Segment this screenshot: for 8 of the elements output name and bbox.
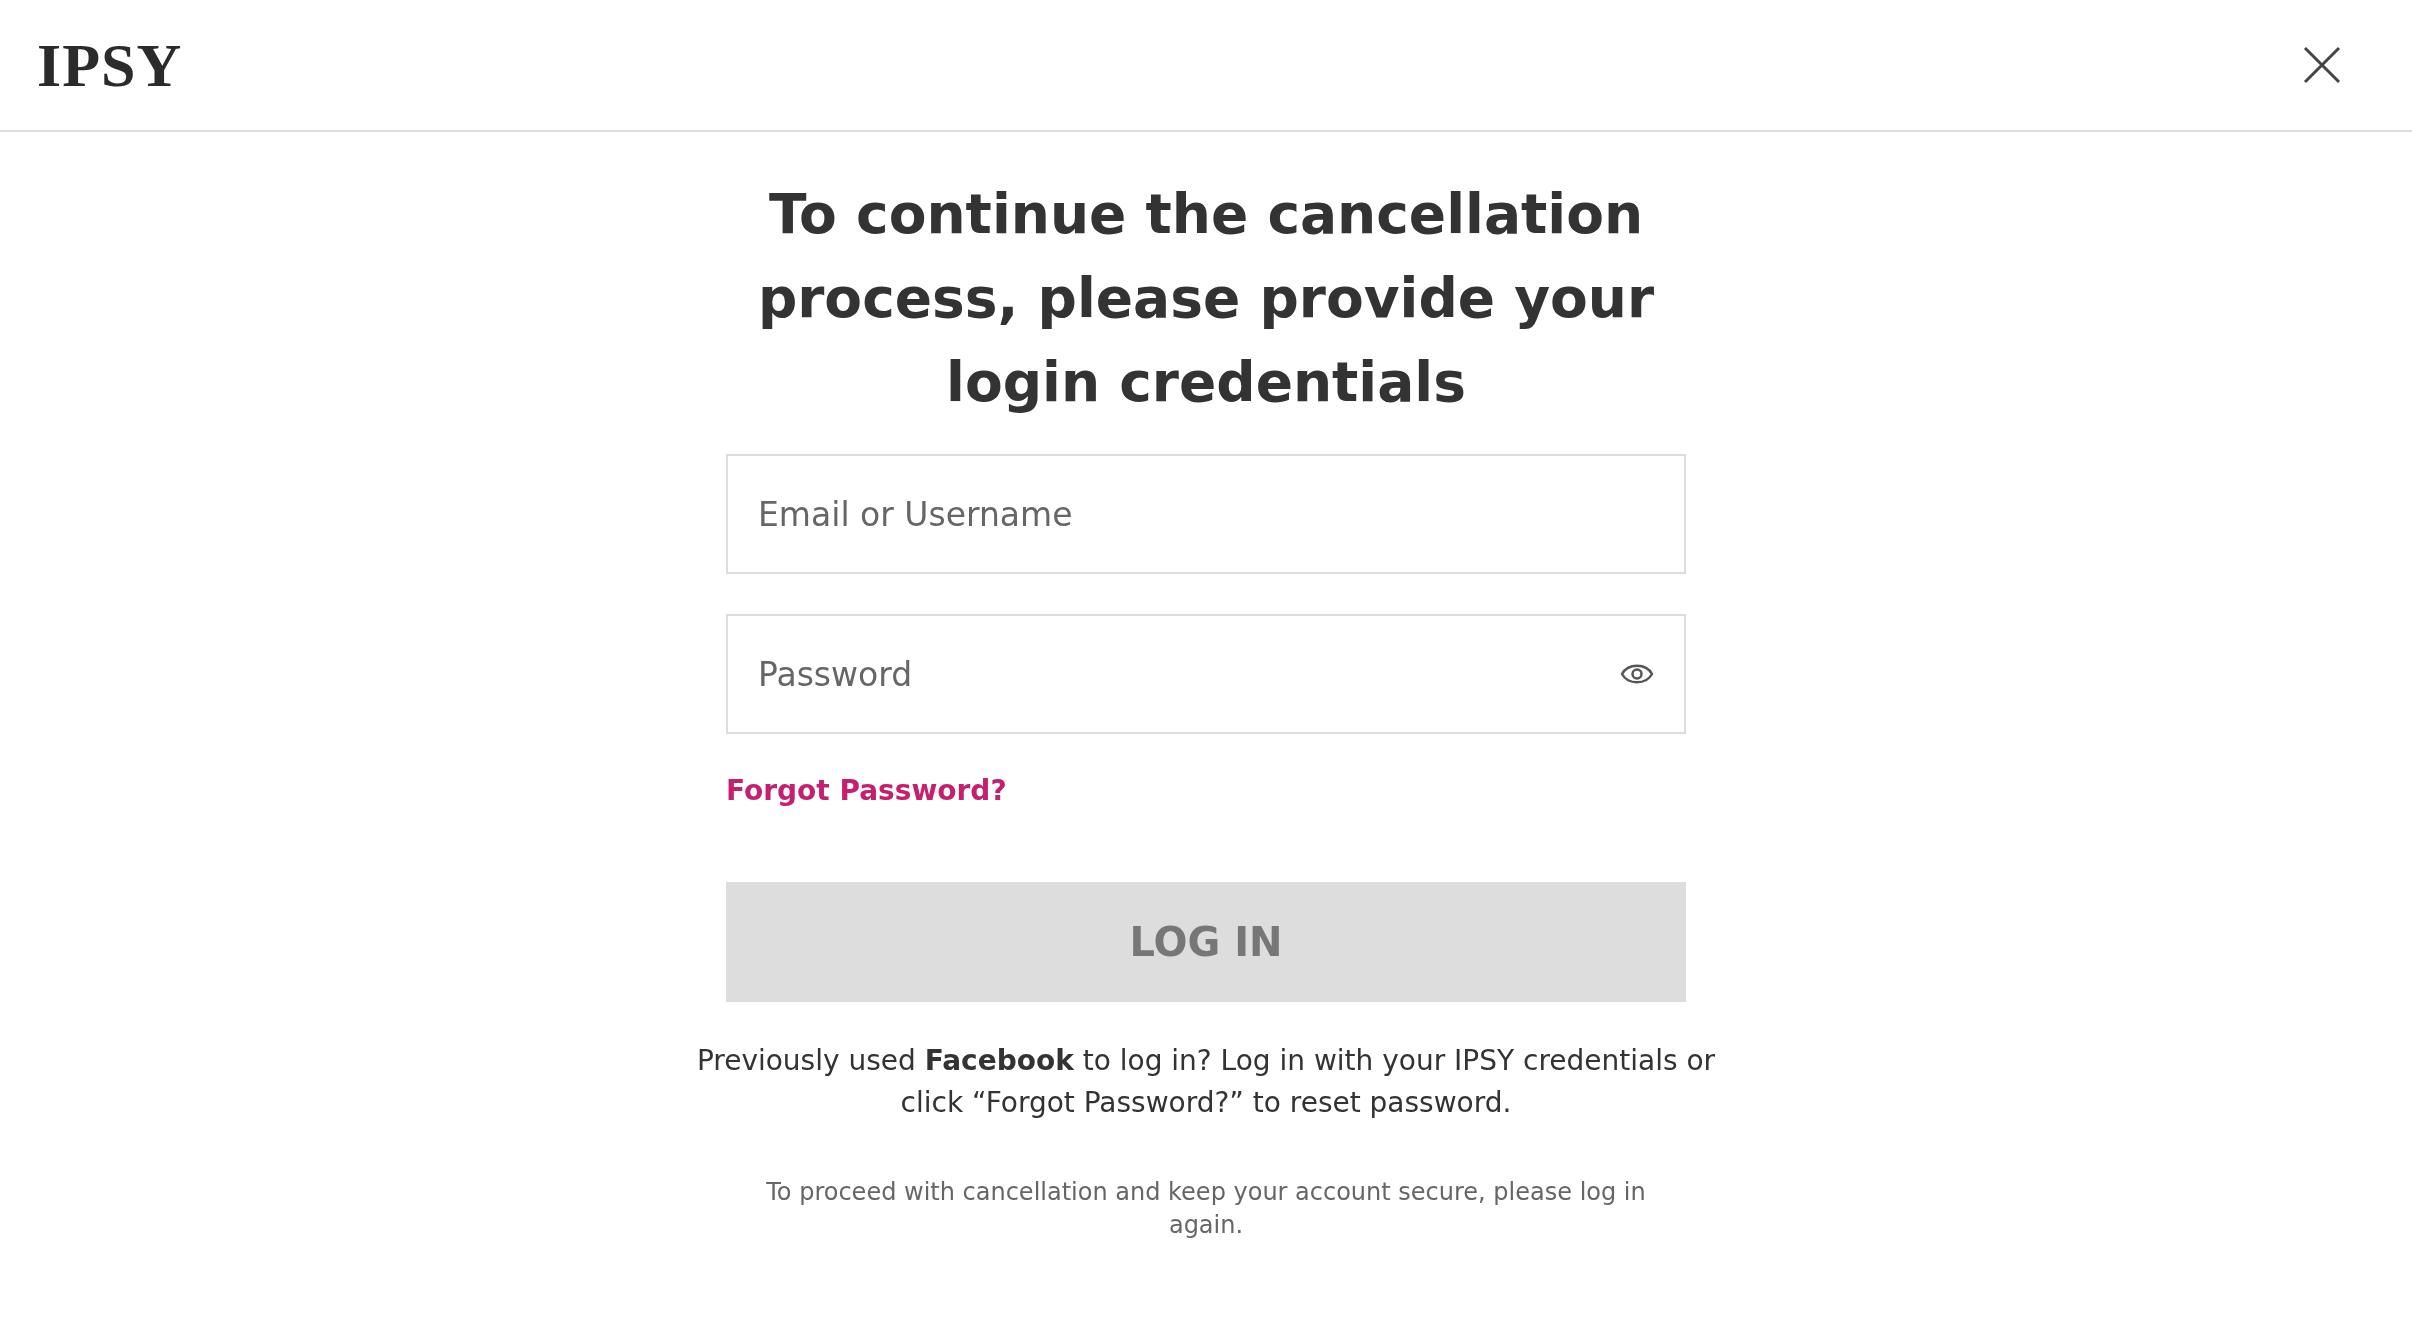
forgot-password-link[interactable]: Forgot Password?	[726, 774, 1007, 807]
password-field[interactable]: Password	[726, 614, 1686, 734]
facebook-note: Previously used Facebook to log in? Log in with your IPSY credentials or click “Forgot Password?” to reset password.	[696, 1043, 1716, 1121]
security-note: To proceed with cancellation and keep your account secure, please log in again.	[765, 1177, 1647, 1241]
logo: IPSY	[37, 29, 183, 101]
page-heading: To continue the cancellation process, please provide your login credentials	[756, 181, 1656, 416]
close-icon[interactable]	[2302, 45, 2342, 85]
email-field[interactable]: Email or Username	[726, 454, 1686, 574]
